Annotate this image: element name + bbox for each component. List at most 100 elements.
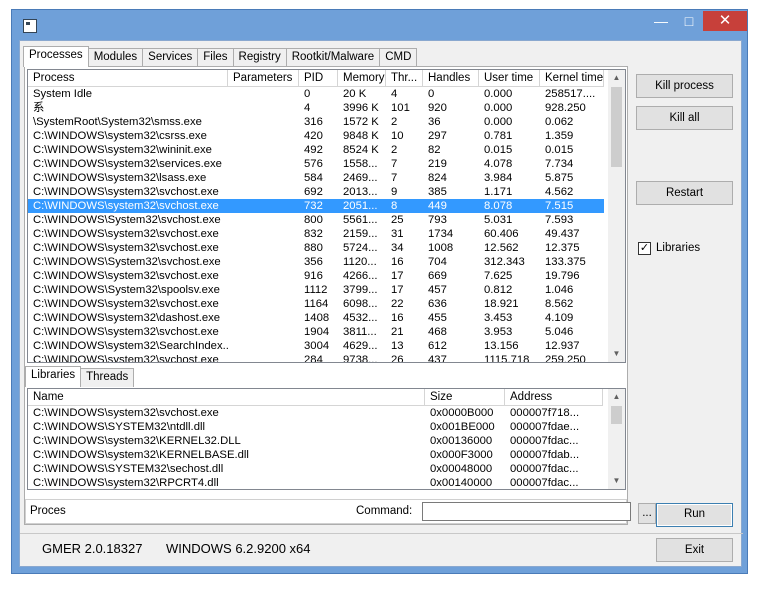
tab-rootkit-malware[interactable]: Rootkit/Malware [285,48,381,67]
column-header[interactable]: Parameters [228,70,299,87]
table-row[interactable]: C:\WINDOWS\system32\lsass.exe 584 2469... 7… [28,171,604,185]
run-button[interactable]: Run [656,503,733,527]
table-cell: 系 [33,102,45,114]
table-row[interactable]: C:\WINDOWS\system32\KERNEL32.DLL 0x001360… [28,434,603,448]
table-row[interactable]: C:\WINDOWS\system32\svchost.exe 1164 6098.… [28,297,604,311]
table-row[interactable]: C:\WINDOWS\system32\svchost.exe 880 5724..… [28,241,604,255]
table-cell [228,269,299,283]
table-row[interactable]: C:\WINDOWS\system32\csrss.exe 420 9848 K 10… [28,129,604,143]
column-header[interactable]: Name [28,389,425,406]
table-cell: 0x00140000 [430,477,493,489]
table-cell: 8.562 [545,298,574,310]
table-cell: 7.515 [545,200,574,212]
table-row[interactable]: C:\WINDOWS\system32\svchost.exe 732 2051..… [28,199,604,213]
column-header[interactable]: PID [299,70,338,87]
table-row[interactable]: C:\WINDOWS\system32\svchost.exe 284 9738..… [28,353,604,363]
maximize-button[interactable]: □ [675,11,703,31]
restart-button[interactable]: Restart [636,181,733,205]
table-cell: 312.343 [484,256,525,268]
table-row[interactable]: C:\WINDOWS\system32\wininit.exe 492 8524 K… [28,143,604,157]
column-header[interactable]: Address [505,389,603,406]
table-row[interactable]: C:\WINDOWS\system32\services.exe 576 1558.… [28,157,604,171]
table-row[interactable]: System Idle 0 20 K 4 0 0.000 258517.... [28,87,604,101]
column-header[interactable]: User time [479,70,540,87]
scroll-down-icon[interactable]: ▼ [608,473,625,489]
table-cell: 0.000 [484,116,513,128]
table-cell: C:\WINDOWS\system32\lsass.exe [33,172,207,184]
libraries-list-scrollbar[interactable]: ▲ ▼ [608,389,625,489]
column-header[interactable]: Kernel time [540,70,604,87]
app-window-icon[interactable] [23,19,37,33]
table-cell: 17 [391,284,404,296]
table-row[interactable]: 系 4 3996 K 101 920 0.000 928.250 [28,101,604,115]
column-header[interactable]: Thr... [386,70,423,87]
table-row[interactable]: C:\WINDOWS\system32\svchost.exe 916 4266..… [28,269,604,283]
table-cell: 704 [428,256,447,268]
tab-files[interactable]: Files [197,48,234,67]
kill-all-button[interactable]: Kill all [636,106,733,130]
table-cell: 19.796 [545,270,580,282]
tab-registry[interactable]: Registry [232,48,287,67]
libraries-list[interactable]: Name Size Address C:\WINDOWS\system32\svch… [27,388,626,490]
table-cell: 2 [391,144,398,156]
browse-button[interactable]: ... [638,503,656,524]
column-header[interactable]: Memory [338,70,386,87]
table-row[interactable]: C:\WINDOWS\system32\svchost.exe 0x0000B00… [28,406,603,420]
table-cell [228,283,299,297]
table-cell: 000007fdac... [510,477,579,489]
table-cell: 920 [428,102,447,114]
table-cell: 3.953 [484,326,513,338]
table-row[interactable]: C:\WINDOWS\SYSTEM32\sechost.dll 0x0004800… [28,462,603,476]
table-row[interactable]: C:\WINDOWS\system32\svchost.exe 692 2013..… [28,185,604,199]
command-input[interactable] [422,502,631,521]
table-cell: 832 [304,228,323,240]
tab-services[interactable]: Services [142,48,199,67]
scroll-up-icon[interactable]: ▲ [608,389,625,405]
subtab-threads[interactable]: Threads [80,368,135,387]
table-row[interactable]: C:\WINDOWS\system32\svchost.exe 832 2159..… [28,227,604,241]
table-row[interactable]: C:\WINDOWS\system32\SearchIndex... 3004 46… [28,339,604,353]
libraries-checkbox[interactable]: ✓ [638,242,651,255]
table-cell: 20 K [343,88,367,100]
tab-cmd[interactable]: CMD [379,48,418,67]
exit-button[interactable]: Exit [656,538,733,562]
table-row[interactable]: C:\WINDOWS\system32\dashost.exe 1408 4532.… [28,311,604,325]
table-cell: C:\WINDOWS\system32\wininit.exe [33,144,212,156]
table-row[interactable]: \SystemRoot\System32\smss.exe 316 1572 K 2 3… [28,115,604,129]
table-row[interactable]: C:\WINDOWS\system32\RPCRT4.dll 0x00140000… [28,476,603,489]
table-cell: 356 [304,256,323,268]
tab-processes[interactable]: Processes [23,46,89,67]
subtab-libraries[interactable]: Libraries [25,366,82,387]
minimize-button[interactable]: — [647,11,675,31]
title-bar[interactable]: — □ ✕ [12,10,747,40]
table-cell: C:\WINDOWS\system32\svchost.exe [33,354,219,363]
close-button[interactable]: ✕ [703,11,747,31]
table-cell: 1734 [428,228,454,240]
process-list-scrollbar[interactable]: ▲ ▼ [608,70,625,362]
table-cell: 455 [428,312,447,324]
table-row[interactable]: C:\WINDOWS\system32\svchost.exe 1904 3811.… [28,325,604,339]
table-row[interactable]: C:\WINDOWS\System32\spoolsv.exe 1112 3799.… [28,283,604,297]
kill-process-button[interactable]: Kill process [636,74,733,98]
process-list[interactable]: Process Parameters PID Memory Thr... Handles U… [27,69,626,363]
scroll-thumb[interactable] [611,406,622,424]
scroll-up-icon[interactable]: ▲ [608,70,625,86]
table-cell [228,311,299,325]
table-cell: 16 [391,256,404,268]
table-cell: 3996 K [343,102,379,114]
table-row[interactable]: C:\WINDOWS\System32\svchost.exe 800 5561..… [28,213,604,227]
table-cell: C:\WINDOWS\system32\svchost.exe [33,270,219,282]
scroll-thumb[interactable] [611,87,622,167]
tab-modules[interactable]: Modules [87,48,144,67]
table-row[interactable]: C:\WINDOWS\System32\svchost.exe 356 1120..… [28,255,604,269]
table-cell [228,325,299,339]
details-tab-strip: Libraries Threads [25,366,135,387]
table-cell: 449 [428,200,447,212]
column-header[interactable]: Handles [423,70,479,87]
table-row[interactable]: C:\WINDOWS\SYSTEM32\ntdll.dll 0x001BE000 0… [28,420,603,434]
scroll-down-icon[interactable]: ▼ [608,346,625,362]
table-row[interactable]: C:\WINDOWS\system32\KERNELBASE.dll 0x000F… [28,448,603,462]
column-header[interactable]: Process [28,70,228,87]
column-header[interactable]: Size [425,389,505,406]
table-cell: 5.031 [484,214,513,226]
